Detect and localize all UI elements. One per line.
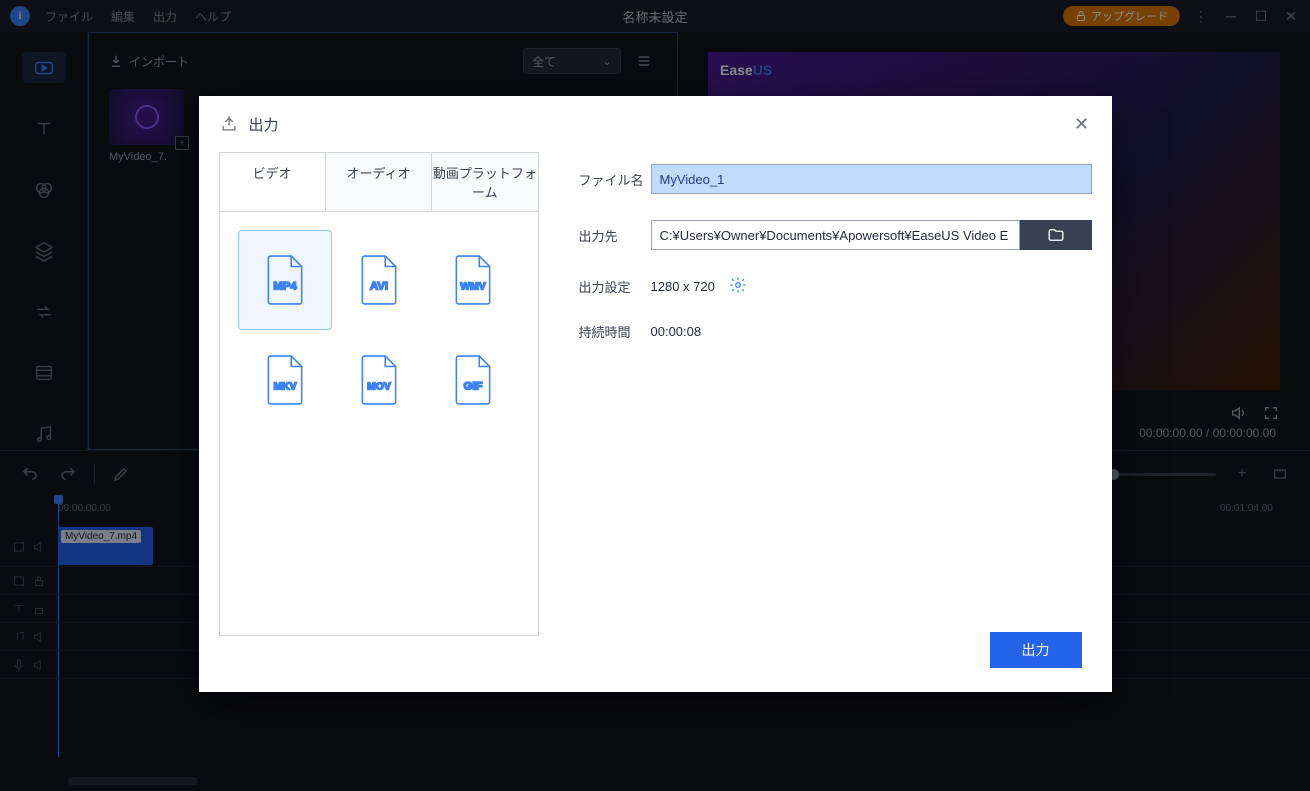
format-mov[interactable]: MOV [332,330,426,430]
settings-button[interactable] [729,276,749,296]
format-tabs: ビデオ オーディオ 動画プラットフォーム [219,152,539,211]
gear-icon [729,276,747,294]
export-button[interactable]: 出力 [990,632,1082,668]
svg-text:MP4: MP4 [273,280,297,292]
duration-value: 00:00:08 [651,324,702,339]
tab-video[interactable]: ビデオ [220,153,325,211]
browse-button[interactable] [1020,220,1092,250]
settings-panel: ファイル名 出力先 C:¥Users¥Owner¥Documents¥Apowe… [579,152,1092,672]
svg-text:AVI: AVI [369,280,387,292]
format-grid: MP4 AVI WMV MKV MOV GIF [219,211,539,636]
label-settings: 出力設定 [579,277,651,296]
svg-text:MOV: MOV [367,381,391,392]
modal-overlay: 出力 ✕ ビデオ オーディオ 動画プラットフォーム MP4 AVI [0,0,1310,791]
modal-title: 出力 [249,114,279,135]
label-duration: 持続時間 [579,322,651,341]
format-wmv[interactable]: WMV [426,230,520,330]
svg-text:GIF: GIF [463,380,482,392]
format-mp4[interactable]: MP4 [238,230,332,330]
tab-audio[interactable]: オーディオ [325,153,431,211]
svg-text:MKV: MKV [273,381,296,392]
folder-icon [1047,226,1065,244]
tab-platform[interactable]: 動画プラットフォーム [431,153,537,211]
label-path: 出力先 [579,226,651,245]
format-mkv[interactable]: MKV [238,330,332,430]
format-gif[interactable]: GIF [426,330,520,430]
svg-text:WMV: WMV [460,281,485,292]
label-filename: ファイル名 [579,170,651,189]
format-avi[interactable]: AVI [332,230,426,330]
filename-input[interactable] [651,164,1092,194]
resolution-value: 1280 x 720 [651,279,715,294]
export-modal: 出力 ✕ ビデオ オーディオ 動画プラットフォーム MP4 AVI [199,96,1112,692]
path-display: C:¥Users¥Owner¥Documents¥Apowersoft¥Ease… [651,220,1020,250]
export-icon [219,114,239,134]
modal-close-button[interactable]: ✕ [1072,114,1092,134]
